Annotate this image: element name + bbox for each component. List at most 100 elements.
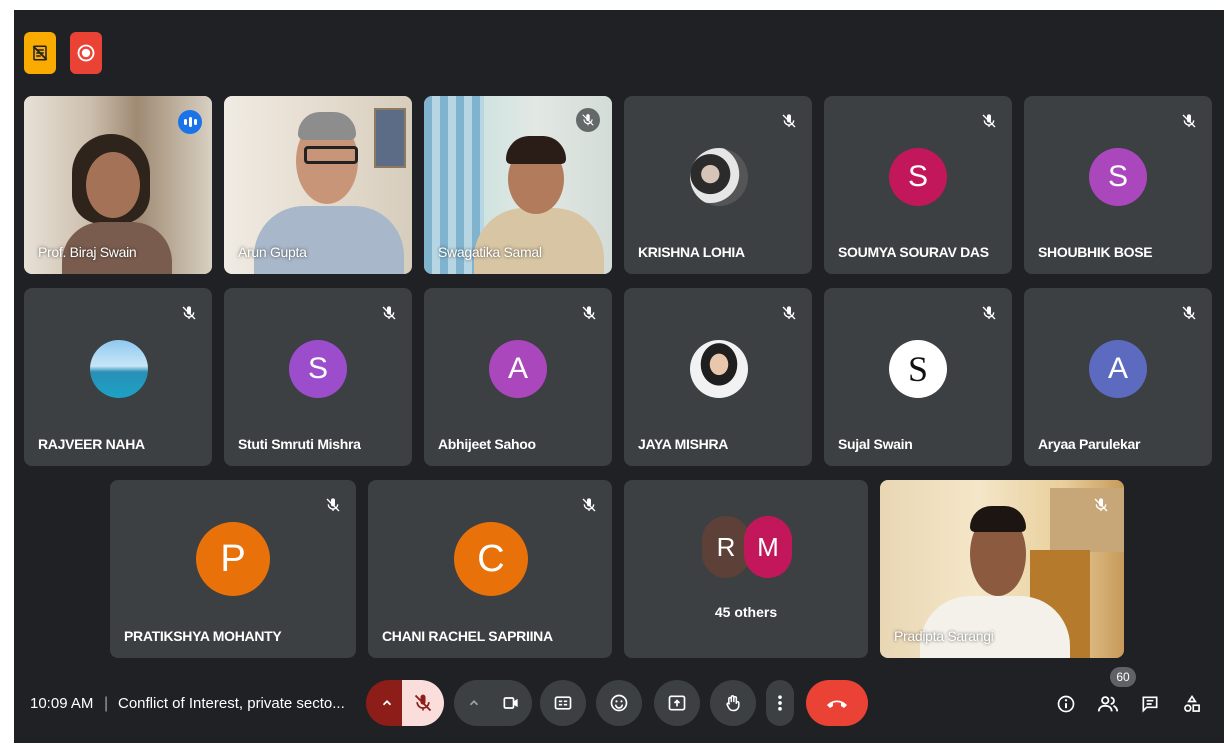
people-button[interactable]	[1096, 692, 1120, 716]
participant-tile[interactable]: S SOUMYA SOURAV DAS	[824, 96, 1012, 274]
muted-mic-icon	[980, 304, 998, 322]
captions-button[interactable]	[540, 680, 586, 726]
chevron-up-icon	[382, 700, 392, 706]
notes-off-icon	[32, 45, 48, 61]
letter-avatar: C	[454, 522, 528, 596]
chat-icon	[1142, 696, 1158, 713]
participant-tile[interactable]: A Abhijeet Sahoo	[424, 288, 612, 466]
chat-button[interactable]	[1138, 692, 1162, 716]
muted-mic-icon	[380, 304, 398, 322]
muted-mic-icon	[1092, 496, 1110, 514]
recording-icon	[77, 44, 95, 62]
participant-count: 60	[1116, 670, 1130, 684]
participant-tile[interactable]: S SHOUBHIK BOSE	[1024, 96, 1212, 274]
participant-tile[interactable]: Prof. Biraj Swain	[24, 96, 212, 274]
activities-button[interactable]	[1180, 692, 1204, 716]
participant-name: SOUMYA SOURAV DAS	[838, 244, 989, 260]
muted-mic-icon	[180, 304, 198, 322]
profile-photo-avatar	[90, 340, 148, 398]
meeting-details-button[interactable]	[1054, 692, 1078, 716]
raise-hand-button[interactable]	[710, 680, 756, 726]
emoji-icon	[610, 694, 628, 712]
camera-options-button[interactable]	[454, 680, 494, 726]
microphone-off-icon	[414, 694, 432, 712]
participant-tile[interactable]: A Aryaa Parulekar	[1024, 288, 1212, 466]
more-vert-icon	[778, 695, 782, 711]
participant-tile[interactable]: RAJVEER NAHA	[24, 288, 212, 466]
call-end-icon	[827, 700, 847, 708]
microphone-toggle-button[interactable]	[402, 680, 444, 726]
wall-picture	[374, 108, 406, 168]
people-icon	[1097, 696, 1119, 712]
person-body	[920, 596, 1070, 658]
info-icon	[1057, 695, 1075, 713]
glasses	[304, 146, 358, 164]
others-count: 45 others	[714, 604, 778, 620]
participant-tile[interactable]: JAYA MISHRA	[624, 288, 812, 466]
participant-name: Pradipta Sarangi	[894, 628, 994, 644]
letter-avatar: A	[1089, 340, 1147, 398]
participant-name: Arun Gupta	[238, 244, 307, 260]
participant-tile[interactable]: Pradipta Sarangi	[880, 480, 1124, 658]
muted-mic-icon	[780, 112, 798, 130]
letter-avatar: P	[196, 522, 270, 596]
person-hair	[970, 506, 1026, 532]
participant-name: Prof. Biraj Swain	[38, 244, 137, 260]
muted-mic-icon	[1180, 112, 1198, 130]
shelf	[1050, 488, 1124, 552]
speaking-indicator-icon	[178, 110, 202, 134]
letter-avatar: S	[889, 148, 947, 206]
letter-avatar: A	[489, 340, 547, 398]
participant-name: SHOUBHIK BOSE	[1038, 244, 1153, 260]
camera-toggle-button[interactable]	[490, 680, 532, 726]
participant-name: Swagatika Samal	[438, 244, 542, 260]
captions-icon	[554, 696, 572, 710]
muted-mic-icon	[780, 304, 798, 322]
participant-name: RAJVEER NAHA	[38, 436, 145, 452]
more-options-button[interactable]	[766, 680, 794, 726]
chevron-up-icon	[469, 700, 479, 706]
present-to-all-icon	[668, 695, 686, 711]
muted-mic-icon	[580, 496, 598, 514]
participant-tile[interactable]: Arun Gupta	[224, 96, 412, 274]
participant-name: CHANI RACHEL SAPRIINA	[382, 628, 553, 644]
meeting-title[interactable]: Conflict of Interest, private secto...	[118, 695, 345, 712]
leave-call-button[interactable]	[806, 680, 868, 726]
muted-mic-icon	[980, 112, 998, 130]
recording-badge[interactable]	[70, 32, 102, 74]
profile-photo-avatar	[690, 340, 748, 398]
person-hair	[298, 112, 356, 140]
notes-off-badge[interactable]	[24, 32, 56, 74]
muted-mic-icon	[324, 496, 342, 514]
participant-tile[interactable]: C CHANI RACHEL SAPRIINA	[368, 480, 612, 658]
participant-name: JAYA MISHRA	[638, 436, 729, 452]
muted-mic-icon	[580, 304, 598, 322]
participant-name: PRATIKSHYA MOHANTY	[124, 628, 282, 644]
letter-avatar: S	[289, 340, 347, 398]
meeting-time: 10:09 AM	[30, 695, 94, 712]
participant-tile[interactable]: KRISHNA LOHIA	[624, 96, 812, 274]
participant-name: Sujal Swain	[838, 436, 913, 452]
participant-name: Abhijeet Sahoo	[438, 436, 536, 452]
present-screen-button[interactable]	[654, 680, 700, 726]
bar-separator: |	[104, 695, 109, 712]
participant-tile[interactable]: P PRATIKSHYA MOHANTY	[110, 480, 356, 658]
hand-icon	[726, 695, 740, 712]
participant-name: Stuti Smruti Mishra	[238, 436, 361, 452]
others-avatar: R	[702, 516, 750, 578]
participant-tile[interactable]: S Sujal Swain	[824, 288, 1012, 466]
muted-mic-icon	[576, 108, 600, 132]
person-face	[86, 152, 140, 218]
others-tile[interactable]: R M 45 others	[624, 480, 868, 658]
videocam-icon	[503, 697, 518, 709]
logo-avatar: S	[889, 340, 947, 398]
letter-avatar: S	[1089, 148, 1147, 206]
emoji-reaction-button[interactable]	[596, 680, 642, 726]
person-body	[254, 206, 404, 274]
participant-count-badge: 60	[1110, 667, 1136, 687]
participant-tile[interactable]: Swagatika Samal	[424, 96, 612, 274]
participant-name: Aryaa Parulekar	[1038, 436, 1141, 452]
muted-mic-icon	[1180, 304, 1198, 322]
profile-photo-avatar	[690, 148, 748, 206]
participant-tile[interactable]: S Stuti Smruti Mishra	[224, 288, 412, 466]
